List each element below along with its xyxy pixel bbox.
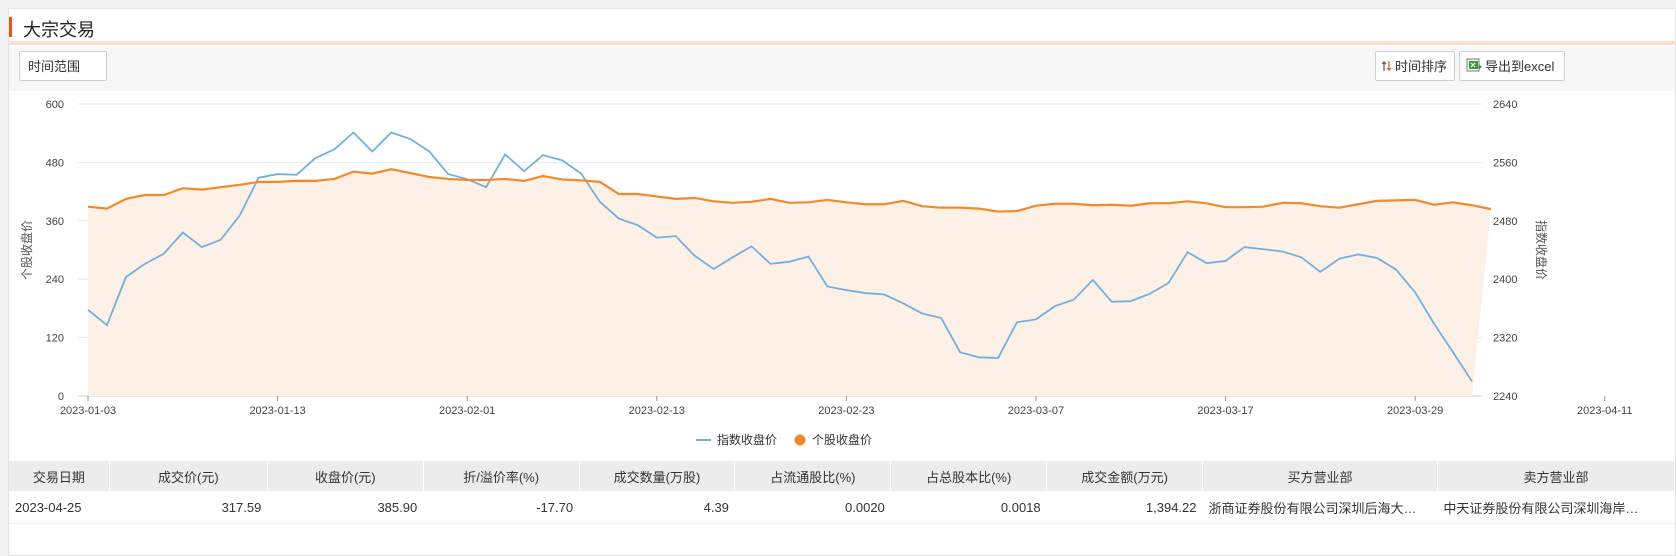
left-tick-label: 240 (46, 274, 64, 286)
table-header-row: 交易日期 成交价(元) 收盘价(元) 折/溢价率(%) 成交数量(万股) 占流通股比(%)… (9, 461, 1676, 491)
column-header: 成交金额(万元) (1046, 461, 1203, 491)
time-sort-label: 时间排序 (1395, 59, 1448, 74)
x-tick-label: 2023-04-11 (1577, 405, 1632, 417)
table-cell: 0.0020 (734, 491, 891, 524)
left-axis-label: 个股收盘价 (19, 220, 34, 280)
table-cell: 0.0018 (890, 491, 1047, 524)
table-cell: -17.70 (423, 491, 580, 524)
x-tick-label: 2023-03-29 (1387, 405, 1443, 417)
column-header: 占总股本比(%) (890, 461, 1048, 491)
title-accent-bar (9, 17, 12, 37)
right-tick-label: 2640 (1493, 99, 1517, 111)
table-cell: 中天证券股份有限公司深圳海岸… (1437, 491, 1675, 524)
x-tick-label: 2023-02-13 (629, 405, 685, 417)
price-chart-svg: 0 120 240 360 480 600 2240 2320 2400 2480 2560 2640… (19, 99, 1632, 447)
column-header: 成交价(元) (109, 461, 268, 491)
column-header: 占流通股比(%) (734, 461, 892, 491)
table-cell: 浙商证券股份有限公司深圳后海大… (1202, 491, 1438, 524)
right-axis-label: 指数收盘价 (1534, 220, 1549, 280)
x-tick-label: 2023-01-13 (249, 405, 305, 417)
time-range-label: 时间范围 (28, 59, 81, 74)
title-bar: 大宗交易 (9, 9, 1675, 45)
x-tick-label: 2023-03-07 (1008, 405, 1064, 417)
export-excel-label: 导出到excel (1485, 59, 1555, 74)
x-tick-label: 2023-01-03 (60, 405, 116, 417)
export-excel-button[interactable]: 导出到excel (1459, 51, 1565, 81)
block-trade-table: 交易日期 成交价(元) 收盘价(元) 折/溢价率(%) 成交数量(万股) 占流通股比(%)… (9, 461, 1676, 524)
sort-arrows-icon (1381, 53, 1392, 83)
right-tick-label: 2480 (1493, 216, 1517, 228)
legend-stock-label[interactable]: 个股收盘价 (812, 432, 872, 447)
column-header: 买方营业部 (1202, 461, 1438, 491)
block-trade-panel: 大宗交易 时间范围 时间排序 导出到excel 0 120 240 360 480 600… (8, 8, 1676, 556)
legend-index-label[interactable]: 指数收盘价 (717, 432, 777, 447)
column-header: 卖方营业部 (1437, 461, 1676, 491)
table-cell: 4.39 (579, 491, 735, 524)
column-header: 收盘价(元) (267, 461, 424, 491)
x-tick-label: 2023-03-17 (1197, 405, 1253, 417)
table-cell: 385.90 (267, 491, 424, 524)
table-row[interactable]: 2023-04-25 317.59 385.90 -17.70 4.39 0.0020 0.… (9, 491, 1675, 524)
right-tick-label: 2240 (1493, 391, 1517, 403)
x-tick-label: 2023-02-01 (439, 405, 495, 417)
right-tick-label: 2560 (1493, 157, 1517, 169)
time-sort-button[interactable]: 时间排序 (1375, 51, 1455, 81)
chart-legend: 指数收盘价 个股收盘价 (696, 432, 872, 447)
table-cell: 317.59 (109, 491, 268, 524)
page-title: 大宗交易 (23, 20, 95, 40)
x-tick-label: 2023-02-23 (818, 405, 874, 417)
right-tick-label: 2320 (1493, 333, 1517, 345)
column-header: 成交数量(万股) (579, 461, 736, 491)
price-chart: 0 120 240 360 480 600 2240 2320 2400 2480 2560 2640… (9, 91, 1675, 461)
left-tick-label: 360 (46, 216, 64, 228)
legend-stock-swatch[interactable] (794, 434, 806, 446)
column-header: 交易日期 (9, 461, 110, 491)
left-tick-label: 480 (46, 157, 64, 169)
table-cell: 2023-04-25 (9, 491, 110, 524)
excel-icon (1466, 53, 1482, 83)
left-tick-label: 120 (46, 333, 64, 345)
table-cell: 1,394.22 (1046, 491, 1203, 524)
left-tick-label: 600 (46, 99, 64, 111)
time-range-button[interactable]: 时间范围 (19, 51, 107, 81)
column-header: 折/溢价率(%) (423, 461, 580, 491)
right-tick-label: 2400 (1493, 274, 1517, 286)
left-tick-label: 0 (58, 391, 64, 403)
